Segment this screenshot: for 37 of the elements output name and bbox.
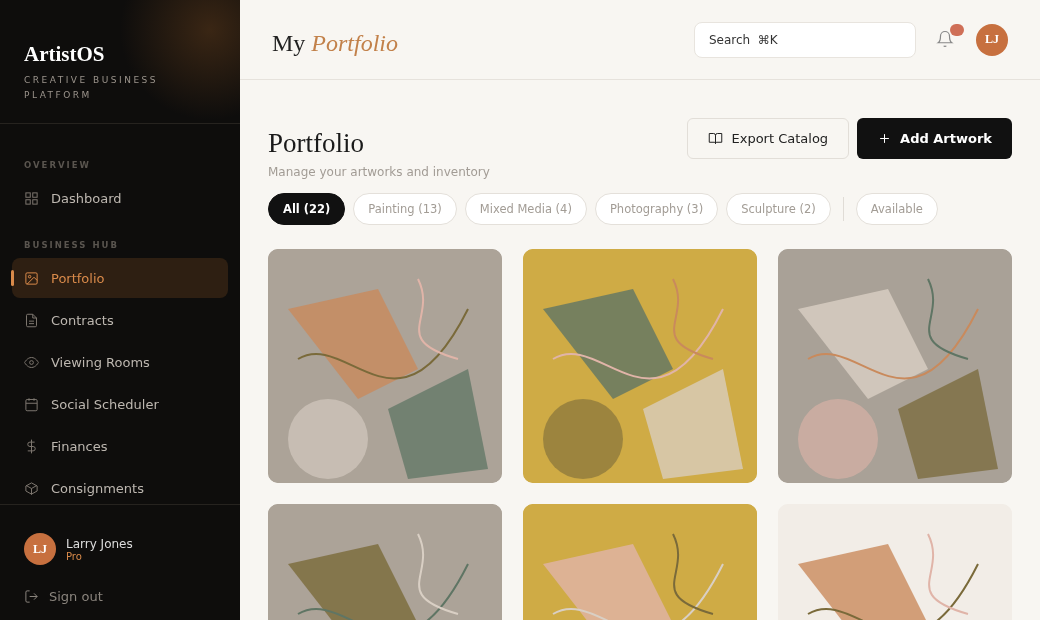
box-icon xyxy=(24,480,39,496)
artwork-image[interactable] xyxy=(268,249,502,483)
image-icon xyxy=(24,270,39,286)
nav-item[interactable]: Portfolio xyxy=(12,258,228,298)
user-avatar[interactable]: LJ xyxy=(24,533,56,565)
nav-item[interactable]: Finances xyxy=(12,426,228,466)
artwork-image[interactable] xyxy=(778,249,1012,483)
user-avatar[interactable]: LJ xyxy=(976,23,1008,56)
nav-section-heading: BUSINESS HUB xyxy=(23,239,120,252)
nav-item[interactable]: Social Scheduler xyxy=(12,384,228,424)
nav-section-heading: OVERVIEW xyxy=(23,159,92,172)
nav-item[interactable]: Contracts xyxy=(12,300,228,340)
filter-chip[interactable]: All (22) xyxy=(268,193,346,225)
nav-item[interactable]: Consignments xyxy=(12,468,228,504)
eye-icon xyxy=(24,354,39,370)
brand-tagline: CREATIVE BUSINESS PLATFORM xyxy=(24,74,159,102)
document-icon xyxy=(24,312,39,328)
user-plan: Pro xyxy=(66,550,82,562)
sign-out-icon xyxy=(24,589,39,604)
dollar-icon xyxy=(24,438,39,454)
page-title: Portfolio xyxy=(268,128,365,159)
nav-item[interactable]: Viewing Rooms xyxy=(12,342,228,382)
search-field[interactable]: Search ⌘K xyxy=(694,21,916,58)
grid-icon xyxy=(24,190,39,206)
sign-out-link[interactable]: Sign out xyxy=(24,589,216,604)
calendar-icon xyxy=(24,396,39,412)
nav-item[interactable]: Dashboard xyxy=(12,178,228,218)
book-icon xyxy=(708,131,724,146)
add-artwork-button[interactable]: Add Artwork xyxy=(857,118,1012,159)
export-catalog-button[interactable]: Export Catalog xyxy=(687,118,850,159)
notification-bell-icon[interactable] xyxy=(936,29,954,48)
header-title: My Portfolio xyxy=(272,29,399,57)
user-name: Larry Jones xyxy=(66,536,133,551)
notification-badge xyxy=(950,23,964,36)
brand-name: ArtistOS xyxy=(24,42,106,67)
page-subtitle: Manage your artworks and inventory xyxy=(268,165,490,179)
artwork-image[interactable] xyxy=(523,249,757,483)
